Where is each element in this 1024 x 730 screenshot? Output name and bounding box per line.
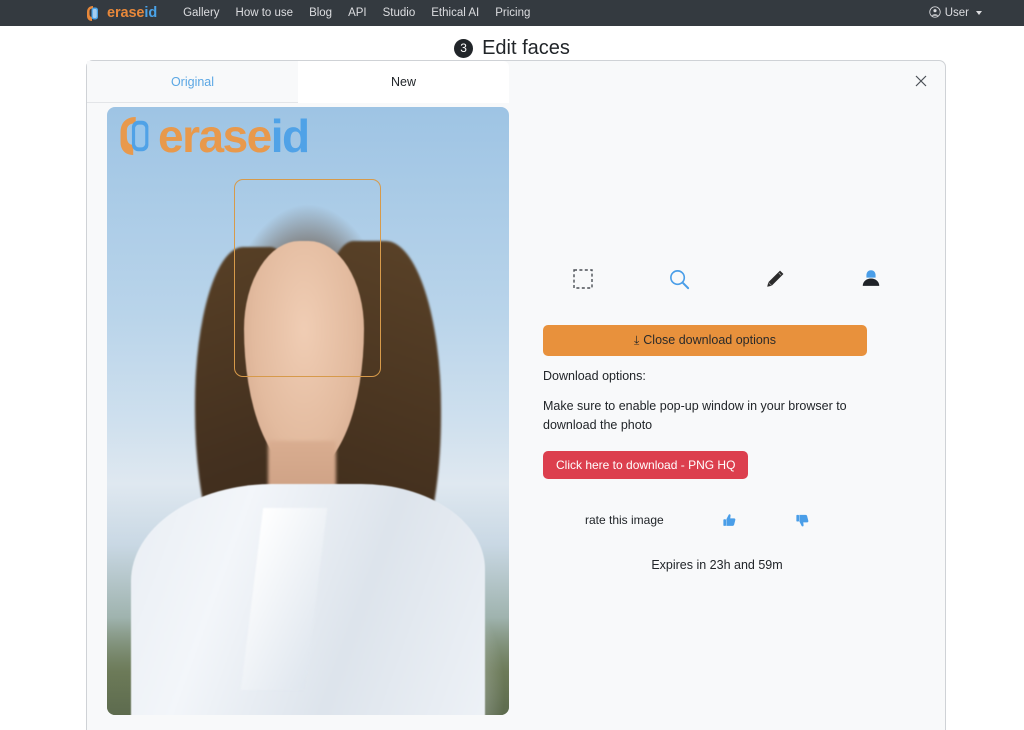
- preview-image[interactable]: eraseid: [107, 107, 509, 715]
- image-watermark: eraseid: [118, 110, 310, 162]
- nav-link-gallery[interactable]: Gallery: [175, 0, 227, 26]
- controls-column: ⤓ Close download options Download options…: [509, 61, 945, 730]
- close-download-options-button[interactable]: ⤓ Close download options: [543, 325, 867, 356]
- selection-box-icon[interactable]: [563, 259, 603, 299]
- nav-links: Gallery How to use Blog API Studio Ethic…: [175, 0, 538, 26]
- brand-logo[interactable]: eraseid: [86, 5, 157, 22]
- download-png-hq-button[interactable]: Click here to download - PNG HQ: [543, 450, 749, 479]
- close-icon[interactable]: [911, 71, 931, 91]
- step-badge: 3: [454, 39, 474, 58]
- close-download-options-label: Close download options: [643, 333, 777, 347]
- tool-bar: [509, 259, 945, 299]
- thumbs-down-icon[interactable]: [795, 513, 810, 528]
- user-circle-icon: [929, 5, 941, 21]
- eraseid-logo-icon: [118, 112, 156, 160]
- download-icon: ⤓: [633, 333, 640, 347]
- brand-id-text: id: [144, 4, 158, 21]
- download-section: ⤓ Close download options Download options…: [543, 325, 867, 572]
- download-help-text: Make sure to enable pop-up window in you…: [543, 399, 847, 432]
- watermark-id-text: id: [270, 110, 310, 162]
- nav-link-pricing[interactable]: Pricing: [487, 0, 538, 26]
- top-navbar: eraseid Gallery How to use Blog API Stud…: [0, 0, 1024, 26]
- rate-this-image-label: rate this image: [585, 513, 664, 527]
- nav-link-how-to-use[interactable]: How to use: [228, 0, 302, 26]
- rating-row: rate this image: [543, 513, 867, 528]
- person-icon[interactable]: [851, 259, 891, 299]
- image-tabs: Original New: [87, 61, 509, 103]
- thumbs-up-icon[interactable]: [722, 513, 737, 528]
- user-menu-label: User: [944, 7, 969, 19]
- user-menu[interactable]: User: [929, 5, 1010, 21]
- tab-new[interactable]: New: [298, 61, 509, 103]
- eraseid-logo-icon: [86, 5, 101, 22]
- download-options-label: Download options:: [543, 369, 646, 383]
- face-detection-box[interactable]: [234, 178, 381, 377]
- magnifier-icon[interactable]: [659, 259, 699, 299]
- edit-faces-panel: Original New eraseid ⤓ Close download op…: [86, 60, 946, 730]
- watermark-text: eraseid: [158, 110, 310, 162]
- brand-erase-text: erase: [107, 4, 145, 21]
- nav-link-ethical-ai[interactable]: Ethical AI: [423, 0, 487, 26]
- nav-link-api[interactable]: API: [340, 0, 375, 26]
- tab-original[interactable]: Original: [87, 61, 298, 103]
- nav-link-blog[interactable]: Blog: [301, 0, 340, 26]
- brand-text: eraseid: [107, 6, 157, 21]
- nav-link-studio[interactable]: Studio: [375, 0, 424, 26]
- expires-text: Expires in 23h and 59m: [651, 557, 783, 572]
- chevron-down-icon: [976, 11, 982, 15]
- watermark-erase-text: erase: [158, 110, 272, 162]
- pencil-icon[interactable]: [755, 259, 795, 299]
- image-column: Original New eraseid: [87, 61, 509, 730]
- page-title-text: Edit faces: [482, 37, 570, 59]
